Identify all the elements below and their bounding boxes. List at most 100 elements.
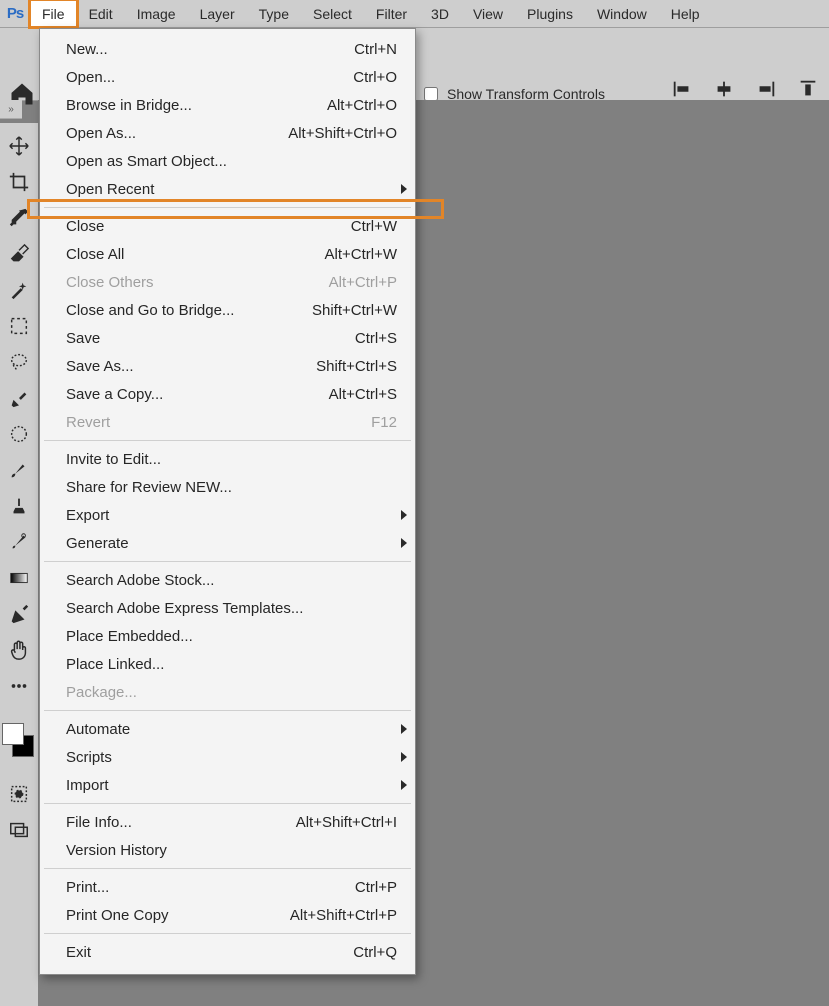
file-menu-export[interactable]: Export: [40, 501, 415, 529]
file-menu-revert: Revert F12: [40, 408, 415, 436]
file-menu-place-linked[interactable]: Place Linked...: [40, 650, 415, 678]
file-menu-close-and-go-to-bridge[interactable]: Close and Go to Bridge...Shift+Ctrl+W: [40, 296, 415, 324]
file-menu-close[interactable]: CloseCtrl+W: [40, 212, 415, 240]
menu-item-label: Open As...: [66, 125, 136, 142]
menu-plugins[interactable]: Plugins: [515, 0, 585, 27]
align-right-icon[interactable]: [755, 78, 777, 100]
menu-item-label: Package...: [66, 684, 137, 701]
menu-item-shortcut: Alt+Ctrl+O: [327, 97, 397, 114]
menu-image[interactable]: Image: [125, 0, 188, 27]
menu-item-label: Save: [66, 330, 100, 347]
menu-item-shortcut: Shift+Ctrl+S: [316, 358, 397, 375]
file-menu-open-recent[interactable]: Open Recent: [40, 175, 415, 203]
menu-item-label: Version History: [66, 842, 167, 859]
hand-tool[interactable]: [2, 633, 36, 667]
file-menu-close-all[interactable]: Close AllAlt+Ctrl+W: [40, 240, 415, 268]
healing-brush-tool[interactable]: [2, 381, 36, 415]
file-menu-share-for-review-new[interactable]: Share for Review NEW...: [40, 473, 415, 501]
file-menu-version-history[interactable]: Version History: [40, 836, 415, 864]
submenu-arrow-icon: [401, 538, 407, 548]
menu-item-shortcut: Ctrl+O: [353, 69, 397, 86]
marquee-tool[interactable]: [2, 309, 36, 343]
menu-item-label: File Info...: [66, 814, 132, 831]
file-menu-print-one-copy[interactable]: Print One CopyAlt+Shift+Ctrl+P: [40, 901, 415, 929]
file-menu-save-as[interactable]: Save As...Shift+Ctrl+S: [40, 352, 415, 380]
file-menu-print[interactable]: Print...Ctrl+P: [40, 873, 415, 901]
toolbar-separator: [2, 705, 36, 715]
paint-brush-tool[interactable]: [2, 453, 36, 487]
menu-item-label: Close Others: [66, 274, 154, 291]
menu-item-shortcut: F12: [371, 414, 397, 431]
file-menu-save-a-copy[interactable]: Save a Copy...Alt+Ctrl+S: [40, 380, 415, 408]
menu-view[interactable]: View: [461, 0, 515, 27]
magic-wand-tool[interactable]: [2, 273, 36, 307]
menu-item-label: Search Adobe Stock...: [66, 572, 214, 589]
menubar: Ps File Edit Image Layer Type Select Fil…: [0, 0, 829, 28]
menu-item-label: Close All: [66, 246, 124, 263]
menu-item-shortcut: Ctrl+S: [355, 330, 397, 347]
menu-item-label: Print One Copy: [66, 907, 169, 924]
patch-tool[interactable]: [2, 417, 36, 451]
file-menu-invite-to-edit[interactable]: Invite to Edit...: [40, 445, 415, 473]
file-menu-scripts[interactable]: Scripts: [40, 743, 415, 771]
menu-separator: [44, 561, 411, 562]
lasso-tool[interactable]: [2, 345, 36, 379]
screen-mode-tool[interactable]: [2, 813, 36, 847]
file-menu-new[interactable]: New...Ctrl+N: [40, 35, 415, 63]
align-top-icon[interactable]: [797, 78, 819, 100]
menu-window[interactable]: Window: [585, 0, 659, 27]
menu-item-label: Place Linked...: [66, 656, 164, 673]
file-menu-save[interactable]: Save Ctrl+S: [40, 324, 415, 352]
file-menu-search-adobe-express-templates[interactable]: Search Adobe Express Templates...: [40, 594, 415, 622]
menu-help[interactable]: Help: [659, 0, 712, 27]
move-tool[interactable]: [2, 129, 36, 163]
menu-item-label: Revert: [66, 414, 110, 431]
panel-expand-toggle[interactable]: »: [0, 100, 22, 119]
file-menu-place-embedded[interactable]: Place Embedded...: [40, 622, 415, 650]
file-menu-open[interactable]: Open...Ctrl+O: [40, 63, 415, 91]
menu-type[interactable]: Type: [247, 0, 301, 27]
eyedropper-tool[interactable]: [2, 201, 36, 235]
file-menu-search-adobe-stock[interactable]: Search Adobe Stock...: [40, 566, 415, 594]
clone-stamp-tool[interactable]: [2, 489, 36, 523]
submenu-arrow-icon: [401, 752, 407, 762]
menu-item-label: Generate: [66, 535, 129, 552]
menu-item-label: Import: [66, 777, 109, 794]
menu-layer[interactable]: Layer: [188, 0, 247, 27]
file-menu-exit[interactable]: ExitCtrl+Q: [40, 938, 415, 966]
file-menu-dropdown: New...Ctrl+NOpen...Ctrl+OBrowse in Bridg…: [39, 28, 416, 975]
show-transform-controls-input[interactable]: [424, 87, 438, 101]
file-menu-file-info[interactable]: File Info...Alt+Shift+Ctrl+I: [40, 808, 415, 836]
menu-filter[interactable]: Filter: [364, 0, 419, 27]
crop-tool[interactable]: [2, 165, 36, 199]
file-menu-close-others: Close OthersAlt+Ctrl+P: [40, 268, 415, 296]
menu-select[interactable]: Select: [301, 0, 364, 27]
file-menu-import[interactable]: Import: [40, 771, 415, 799]
menu-item-shortcut: Ctrl+P: [355, 879, 397, 896]
menu-separator: [44, 803, 411, 804]
history-brush-tool[interactable]: [2, 525, 36, 559]
quick-mask-tool[interactable]: [2, 777, 36, 811]
menu-item-label: Browse in Bridge...: [66, 97, 192, 114]
align-left-icon[interactable]: [671, 78, 693, 100]
menu-item-label: Close and Go to Bridge...: [66, 302, 234, 319]
submenu-arrow-icon: [401, 184, 407, 194]
menu-file[interactable]: File: [30, 0, 77, 27]
menu-item-label: Open as Smart Object...: [66, 153, 227, 170]
file-menu-browse-in-bridge[interactable]: Browse in Bridge... Alt+Ctrl+O: [40, 91, 415, 119]
file-menu-open-as-smart-object[interactable]: Open as Smart Object...: [40, 147, 415, 175]
pen-tool[interactable]: [2, 597, 36, 631]
menu-3d[interactable]: 3D: [419, 0, 461, 27]
file-menu-open-as[interactable]: Open As...Alt+Shift+Ctrl+O: [40, 119, 415, 147]
align-hcenter-icon[interactable]: [713, 78, 735, 100]
eraser-tool[interactable]: [2, 237, 36, 271]
tools-toolbar: [0, 123, 39, 1006]
foreground-color-swatch[interactable]: [2, 723, 24, 745]
gradient-tool[interactable]: [2, 561, 36, 595]
more-tools[interactable]: [2, 669, 36, 703]
menu-edit[interactable]: Edit: [77, 0, 125, 27]
color-swatches[interactable]: [2, 721, 36, 761]
menu-item-label: Exit: [66, 944, 91, 961]
file-menu-generate[interactable]: Generate: [40, 529, 415, 557]
file-menu-automate[interactable]: Automate: [40, 715, 415, 743]
